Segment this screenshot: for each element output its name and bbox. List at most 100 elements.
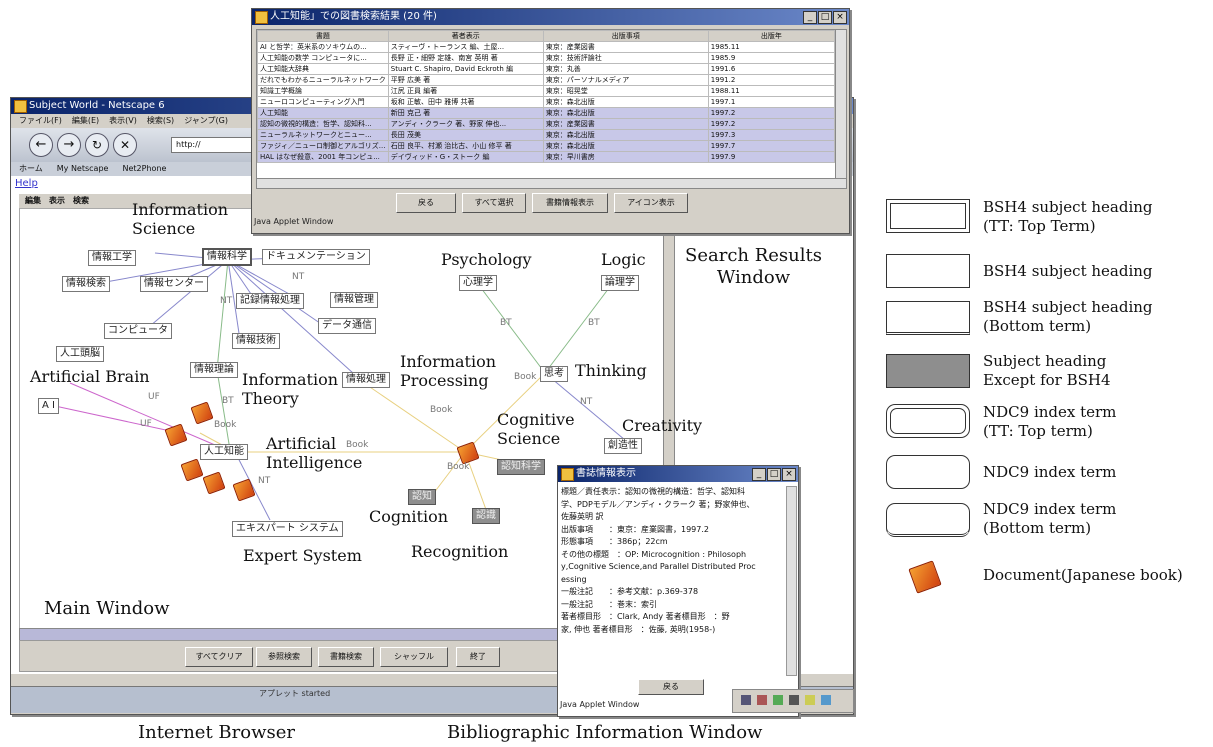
node-info-theory[interactable]: 情報理論 (190, 362, 238, 378)
results-row[interactable]: 人工知能の数学 コンピュータに... 長野 正・細野 定雄、南宮 英明 著東京：技… (257, 52, 835, 64)
results-row[interactable]: 人工知能 新田 克己 著東京：森北出版 1997.2 (257, 107, 835, 119)
annotation-main-window: Main Window (44, 598, 170, 619)
node-thinking[interactable]: 思考 (540, 366, 568, 382)
edge-label-nt: NT (292, 272, 305, 282)
results-row[interactable]: AI と哲学：英米系のソキウムの... スティーヴ・トーランス 編、土屋... 東京… (257, 41, 835, 53)
legend-swatch-bsh-bt (886, 301, 970, 335)
results-cell-publisher: 東京：丸善 (542, 63, 709, 75)
biblio-back-button[interactable]: 戻る (638, 679, 704, 695)
results-cell-year: 1997.2 (707, 107, 835, 119)
minimize-icon[interactable]: _ (803, 11, 817, 24)
results-row[interactable]: ニューロコンピューティング入門 坂和 正敏、田中 雅博 共著 東京：森北出版 1997… (257, 96, 835, 108)
annotation-recognition: Recognition (411, 542, 509, 561)
biblio-scrollbar-v[interactable] (786, 486, 797, 676)
node-info-processing[interactable]: 情報処理 (342, 372, 390, 388)
legend-swatch-ndc-bt (886, 503, 970, 537)
results-cell-title: 人工知能の数学 コンピュータに... (257, 52, 389, 64)
node-info-management[interactable]: 情報管理 (330, 292, 378, 308)
search-results-titlebar: 人工知能」での図書検索結果 (20 件) _ □ × (252, 9, 849, 25)
col-year[interactable]: 出版年 (707, 30, 835, 42)
legend-label-ndc: NDC9 index term (983, 463, 1117, 481)
edge-uf-1 (54, 405, 176, 433)
results-row[interactable]: 認知の微視的構造：哲学、認知科... アンディ・クラーク 著、野家 伸也... 東京… (257, 118, 835, 130)
bibliographic-line: y,Cognitive Science,and Parallel Distrib… (561, 562, 756, 571)
results-cell-year: 1997.2 (707, 118, 835, 130)
results-cell-author: 江尻 正員 編著 (387, 85, 544, 97)
node-info-engineering[interactable]: 情報工学 (88, 250, 136, 266)
results-cell-author: Stuart C. Shapiro, David Eckroth 編 (387, 63, 544, 75)
tray-icon[interactable] (805, 695, 815, 705)
results-cell-year: 1997.7 (707, 140, 835, 152)
node-info-center[interactable]: 情報センター (140, 276, 208, 292)
annotation-cognitive-science: Cognitive Science (497, 410, 575, 448)
node-expert-system[interactable]: エキスパート システム (232, 521, 343, 537)
node-info-retrieval[interactable]: 情報検索 (62, 276, 110, 292)
node-recognition[interactable]: 認識 (472, 508, 500, 524)
results-book-info-button[interactable]: 書籍情報表示 (532, 193, 608, 213)
results-cell-publisher: 東京：技術評論社 (542, 52, 709, 64)
minimize-icon[interactable]: _ (752, 468, 766, 481)
bibliographic-line: essing (561, 574, 587, 584)
tray-icon[interactable] (757, 695, 767, 705)
node-creativity[interactable]: 創造性 (604, 438, 642, 454)
results-cell-author: 坂和 正敏、田中 雅博 共著 (387, 96, 544, 108)
results-cell-author: 新田 克己 著 (387, 107, 544, 119)
results-scrollbar-v[interactable] (835, 29, 847, 179)
results-row[interactable]: ファジィ／ニューロ制御とアルゴリズ... 石田 良平、村瀬 治比古、小山 修平 著… (257, 140, 835, 152)
node-computer[interactable]: コンピュータ (104, 323, 172, 339)
legend-swatch-ndc (886, 455, 970, 489)
node-records-info[interactable]: 記録情報処理 (236, 293, 304, 309)
legend-label-ndc-bt: NDC9 index term (Bottom term) (983, 500, 1117, 537)
tray-icon[interactable] (773, 695, 783, 705)
node-ai-brain[interactable]: 人工頭脳 (56, 346, 104, 362)
node-info-science[interactable]: 情報科学 (202, 248, 252, 266)
results-select-all-button[interactable]: すべて選択 (462, 193, 526, 213)
results-scrollbar-h[interactable] (256, 178, 847, 189)
results-cell-title: AI と哲学：英米系のソキウムの... (257, 41, 389, 53)
close-icon[interactable]: × (782, 468, 796, 481)
legend-label-book: Document(Japanese book) (983, 566, 1183, 584)
node-psychology[interactable]: 心理学 (459, 275, 497, 291)
tray-icon[interactable] (789, 695, 799, 705)
annotation-creativity: Creativity (622, 416, 703, 435)
results-icon-display-button[interactable]: アイコン表示 (614, 193, 688, 213)
search-results-title: 人工知能」での図書検索結果 (20 件) (270, 11, 437, 22)
results-cell-publisher: 東京：森北出版 (542, 140, 709, 152)
maximize-icon[interactable]: □ (818, 11, 832, 24)
bibliographic-line: 著者標目形 ：Clark, Andy 著者標目形 ：野 (561, 612, 730, 621)
results-row[interactable]: だれでもわかるニューラルネットワーク 平野 広美 著東京：パーソナルメディア 199… (257, 74, 835, 86)
tray-icon[interactable] (741, 695, 751, 705)
results-table: 書題 著者表示 出版事項 出版年 AI と哲学：英米系のソキウムの... スティー… (257, 30, 835, 163)
edge-label-book: Book (430, 405, 453, 415)
col-title[interactable]: 書題 (257, 30, 389, 42)
bibliographic-line: その他の標題 ：OP: Microcognition : Philosoph (561, 549, 747, 559)
edge-label-uf: UF (148, 392, 160, 402)
node-logic[interactable]: 論理学 (601, 275, 639, 291)
bibliographic-line: 学、PDPモデル／アンディ・クラーク 著；野家伸也、 (561, 499, 755, 509)
node-info-tech[interactable]: 情報技術 (232, 333, 280, 349)
node-cognitive-science[interactable]: 認知科学 (497, 459, 545, 475)
results-cell-year: 1985.11 (707, 41, 835, 53)
bibliographic-line: 佐藤英明 訳 (561, 512, 604, 521)
node-data-comm[interactable]: データ通信 (318, 318, 376, 334)
results-row[interactable]: HAL はなぜ殺意、2001 年コンピュ... デイヴィッド・G・ストーク 編東京… (257, 151, 835, 163)
results-cell-year: 1985.9 (707, 52, 835, 64)
node-ai-ascii[interactable]: A I (38, 398, 59, 414)
tray-icon[interactable] (821, 695, 831, 705)
edge-label-book: Book (514, 372, 537, 382)
edge-label-bt: BT (588, 318, 600, 328)
results-row[interactable]: 人工知能大辞典 Stuart C. Shapiro, David Eckroth … (257, 63, 835, 75)
legend-label-bsh: BSH4 subject heading (983, 262, 1153, 280)
node-documentation[interactable]: ドキュメンテーション (262, 249, 370, 265)
results-header-row: 書題 著者表示 出版事項 出版年 (257, 30, 835, 42)
node-ai[interactable]: 人工知能 (200, 444, 248, 460)
results-row[interactable]: ニューラルネットワークとニュー... 長田 茂美 東京：森北出版 1997.3 (257, 129, 835, 141)
results-cell-year: 1991.6 (707, 63, 835, 75)
col-author[interactable]: 著者表示 (387, 30, 544, 42)
results-back-button[interactable]: 戻る (396, 193, 456, 213)
maximize-icon[interactable]: □ (767, 468, 781, 481)
close-icon[interactable]: × (833, 11, 847, 24)
node-cognition[interactable]: 認知 (408, 489, 436, 505)
col-publisher[interactable]: 出版事項 (542, 30, 709, 42)
results-row[interactable]: 知識工学概論 江尻 正員 編著 東京：昭晃堂 1988.11 (257, 85, 835, 97)
